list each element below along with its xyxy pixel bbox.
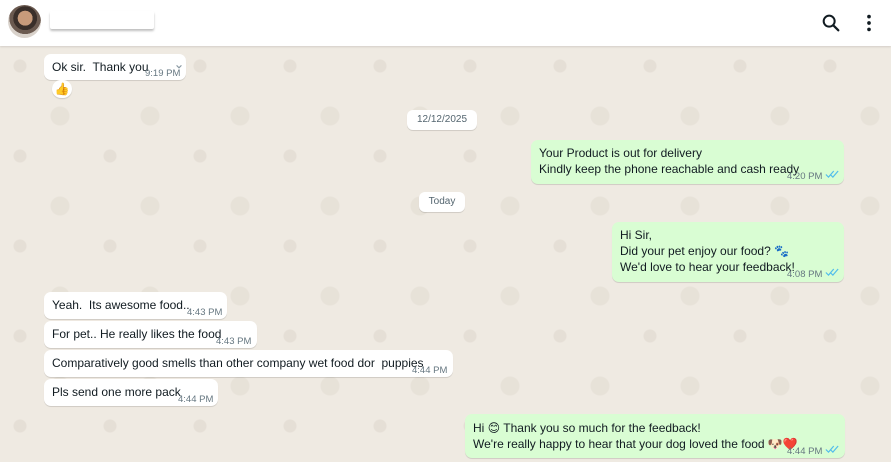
- read-ticks-icon: [825, 170, 839, 179]
- chevron-down-icon[interactable]: [175, 63, 183, 71]
- message-time: 4:44 PM: [787, 446, 823, 457]
- contact-avatar[interactable]: [8, 5, 41, 38]
- message-bubble[interactable]: Hi Sir, Did your pet enjoy our food? 🐾 W…: [612, 222, 844, 282]
- message-time: 4:43 PM: [187, 307, 223, 318]
- message-text: For pet.. He really likes the food: [52, 327, 222, 341]
- message-line: Hi 😊 Thank you so much for the feedback!: [473, 421, 701, 435]
- message-time: 4:44 PM: [178, 394, 214, 405]
- message-bubble[interactable]: Comparatively good smells than other com…: [44, 350, 453, 377]
- message-bubble[interactable]: Hi 😊 Thank you so much for the feedback!…: [465, 414, 845, 458]
- message-text: Yeah. Its awesome food..: [52, 298, 190, 312]
- message-line: Kindly keep the phone reachable and cash…: [539, 162, 800, 176]
- message-line: We're really happy to hear that your dog…: [473, 437, 798, 451]
- message-line: Hi Sir,: [620, 228, 653, 242]
- message-bubble[interactable]: Your Product is out for delivery Kindly …: [531, 140, 844, 184]
- message-text: Ok sir. Thank you: [52, 60, 149, 74]
- read-ticks-icon: [825, 268, 839, 277]
- more-vertical-icon[interactable]: [858, 12, 880, 34]
- message-bubble[interactable]: Pls send one more pack 4:44 PM: [44, 379, 218, 406]
- message-line: Your Product is out for delivery: [539, 146, 702, 160]
- message-bubble[interactable]: Yeah. Its awesome food.. 4:43 PM: [44, 292, 227, 319]
- read-ticks-icon: [825, 445, 839, 454]
- search-icon[interactable]: [820, 12, 842, 34]
- message-text: Comparatively good smells than other com…: [52, 356, 424, 370]
- message-bubble[interactable]: Ok sir. Thank you 9:19 PM: [44, 54, 186, 80]
- message-list[interactable]: Ok sir. Thank you 9:19 PM 👍 12/12/2025 Y…: [0, 46, 891, 462]
- message-time: 4:08 PM: [787, 269, 823, 280]
- date-divider: 12/12/2025: [407, 110, 477, 130]
- message-text: Pls send one more pack: [52, 385, 181, 399]
- reaction-badge[interactable]: 👍: [52, 80, 72, 98]
- date-divider: Today: [419, 192, 465, 212]
- chat-header: [0, 0, 891, 46]
- message-line: We'd love to hear your feedback!: [620, 260, 795, 274]
- message-bubble[interactable]: For pet.. He really likes the food 4:43 …: [44, 321, 257, 348]
- message-time: 4:43 PM: [216, 336, 252, 347]
- contact-name[interactable]: [50, 11, 154, 29]
- message-time: 4:44 PM: [412, 365, 448, 376]
- message-time: 4:20 PM: [787, 171, 823, 182]
- message-line: Did your pet enjoy our food? 🐾: [620, 244, 790, 258]
- thumbs-up-icon: 👍: [54, 82, 70, 96]
